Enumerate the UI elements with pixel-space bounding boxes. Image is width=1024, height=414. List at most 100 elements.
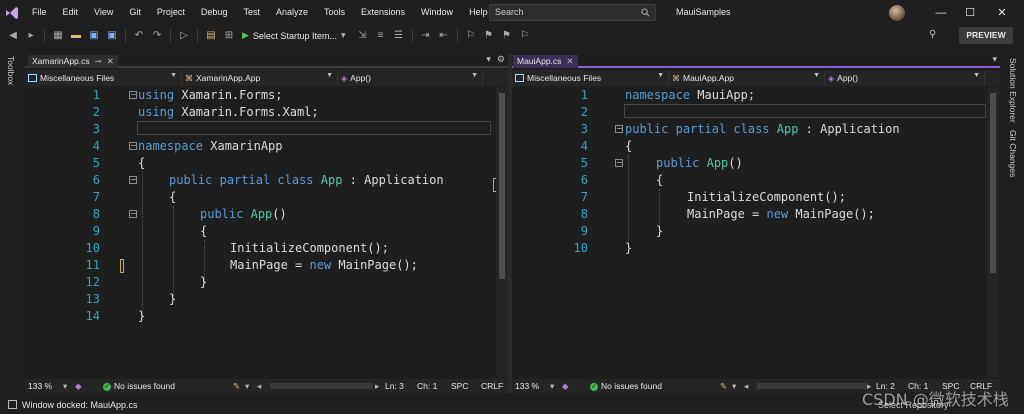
outdent-icon[interactable]: ⇤ [437, 29, 451, 43]
class-dropdown[interactable]: ⌘ XamarinApp.App ▼ [182, 70, 338, 86]
code-line-10: InitializeComponent(); [230, 241, 389, 255]
left-vertical-scrollbar[interactable] [496, 87, 508, 377]
solution-explorer-tab[interactable]: Solution Explorer [1008, 58, 1018, 123]
issues-indicator[interactable]: ✓ No issues found [590, 379, 662, 393]
close-icon[interactable]: ✕ [107, 55, 114, 68]
menu-debug[interactable]: Debug [193, 0, 236, 25]
preview-button[interactable]: PREVIEW [959, 27, 1013, 44]
member-dropdown[interactable]: ◈ App() ▼ [338, 70, 483, 86]
forward-icon[interactable]: ▸ [24, 29, 38, 43]
maximize-button[interactable]: ☐ [955, 0, 985, 25]
chevron-down-icon[interactable]: ▾ [245, 379, 249, 393]
comment-icon[interactable]: ☰ [392, 29, 406, 43]
toolbar-separator [125, 29, 126, 42]
code-line-5: { [138, 156, 146, 170]
avatar[interactable] [889, 5, 905, 21]
menu-window[interactable]: Window [413, 0, 461, 25]
right-code-editor[interactable]: 1 2 3 4 5 6 7 8 9 10 − − namespace MauiA… [512, 87, 1000, 377]
fold-toggle[interactable]: − [129, 91, 137, 99]
issues-indicator[interactable]: ✓ No issues found [103, 379, 175, 393]
zoom-level[interactable]: 133 % [28, 379, 52, 393]
chevron-down-icon[interactable]: ▾ [63, 379, 67, 393]
bookmark-next-icon[interactable]: ⚑ [500, 29, 514, 43]
chevron-down-icon[interactable]: ▾ [732, 379, 736, 393]
chevron-down-icon[interactable]: ▾ [550, 379, 554, 393]
menu-test[interactable]: Test [235, 0, 268, 25]
horizontal-scroll-thumb[interactable] [270, 383, 373, 389]
line-ending-indicator[interactable]: CRLF [481, 379, 503, 393]
right-vertical-scrollbar[interactable] [987, 87, 999, 377]
git-changes-tab[interactable]: Git Changes [1008, 130, 1018, 177]
new-project-icon[interactable]: ▦ [51, 29, 65, 43]
select-startup-button[interactable]: ▶ Select Startup Item... ▾ [242, 30, 346, 41]
chevron-down-icon: ▼ [657, 72, 664, 79]
scroll-thumb[interactable] [499, 93, 505, 279]
close-button[interactable]: ✕ [987, 0, 1017, 25]
project-dropdown[interactable]: Miscellaneous Files ▼ [512, 70, 669, 86]
config-icon[interactable]: ▤ [204, 29, 218, 43]
scroll-left-icon[interactable]: ◂ [257, 379, 261, 393]
fold-toggle[interactable]: − [615, 125, 623, 133]
brush-icon[interactable]: ✎ [233, 379, 240, 393]
chevron-down-icon: ▼ [973, 72, 980, 79]
standard-toolbar: ◀ ▸ ▦ ▬ ▣ ▣ ↶ ↷ ▷ ▤ ⊞ ▶ Select Startup I… [0, 25, 1024, 46]
copilot-icon[interactable]: ◆ [75, 379, 82, 393]
chevron-down-icon[interactable]: ▾ [992, 54, 997, 65]
save-all-icon[interactable]: ▣ [105, 29, 119, 43]
member-dropdown[interactable]: ◈ App() ▼ [825, 70, 985, 86]
fold-toggle[interactable]: − [129, 176, 137, 184]
feedback-icon[interactable]: ⚲ [929, 29, 943, 43]
tab-options: ▾ ⚙ [486, 54, 505, 65]
back-icon[interactable]: ◀ [6, 29, 20, 43]
scroll-left-icon[interactable]: ◂ [744, 379, 748, 393]
menu-view[interactable]: View [86, 0, 121, 25]
menu-extensions[interactable]: Extensions [353, 0, 413, 25]
column-indicator[interactable]: Ch: 1 [417, 379, 437, 393]
platform-icon[interactable]: ⊞ [222, 29, 236, 43]
class-dropdown[interactable]: ⌘ MauiApp.App ▼ [669, 70, 825, 86]
bookmark-clear-icon[interactable]: ⚐ [518, 29, 532, 43]
left-code-editor[interactable]: 1 2 3 4 5 6 7 8 9 10 11 12 13 14 − − − −… [25, 87, 508, 377]
line-indicator[interactable]: Ln: 3 [385, 379, 404, 393]
indent-icon[interactable]: ⇥ [419, 29, 433, 43]
project-dropdown-label: Miscellaneous Files [527, 73, 602, 83]
open-folder-icon[interactable]: ▬ [69, 29, 83, 43]
fold-toggle[interactable]: − [129, 210, 137, 218]
chevron-down-icon[interactable]: ▾ [486, 54, 491, 65]
bookmark-icon[interactable]: ⚐ [464, 29, 478, 43]
gear-icon[interactable]: ⚙ [497, 54, 505, 65]
brush-icon[interactable]: ✎ [720, 379, 727, 393]
menu-project[interactable]: Project [149, 0, 193, 25]
menu-analyze[interactable]: Analyze [268, 0, 316, 25]
undo-icon[interactable]: ↶ [132, 29, 146, 43]
left-tool-strip: Toolbox [0, 48, 22, 393]
close-icon[interactable]: ✕ [566, 55, 573, 68]
horizontal-scroll-thumb[interactable] [757, 383, 867, 389]
menu-edit[interactable]: Edit [55, 0, 87, 25]
whitespace-indicator[interactable]: SPC [451, 379, 468, 393]
toolbox-tab[interactable]: Toolbox [6, 56, 16, 85]
left-editor-pane: XamarinApp.cs ⊸ ✕ ▾ ⚙ Miscellaneous File… [25, 54, 508, 393]
project-dropdown[interactable]: Miscellaneous Files ▼ [25, 70, 182, 86]
debug-target-icon[interactable]: ▷ [177, 29, 191, 43]
minimize-button[interactable]: — [926, 0, 956, 25]
menu-tools[interactable]: Tools [316, 0, 353, 25]
redo-icon[interactable]: ↷ [150, 29, 164, 43]
search-input[interactable]: Search [489, 4, 656, 21]
line-number: 12 [85, 275, 100, 289]
save-icon[interactable]: ▣ [87, 29, 101, 43]
copilot-icon[interactable]: ◆ [562, 379, 569, 393]
hot-reload-icon[interactable]: ⇲ [356, 29, 370, 43]
menu-file[interactable]: File [24, 0, 55, 25]
fold-toggle[interactable]: − [615, 159, 623, 167]
scroll-right-icon[interactable]: ▸ [375, 379, 379, 393]
scroll-thumb[interactable] [990, 93, 996, 273]
format-icon[interactable]: ≡ [374, 29, 388, 43]
pin-icon[interactable]: ⊸ [95, 55, 102, 68]
menu-git[interactable]: Git [121, 0, 149, 25]
fold-toggle[interactable]: − [129, 142, 137, 150]
tab-mauiapp[interactable]: MauiApp.cs ✕ [513, 55, 578, 68]
tab-xamarinapp[interactable]: XamarinApp.cs ⊸ ✕ [28, 55, 118, 68]
zoom-level[interactable]: 133 % [515, 379, 539, 393]
bookmark-prev-icon[interactable]: ⚑ [482, 29, 496, 43]
